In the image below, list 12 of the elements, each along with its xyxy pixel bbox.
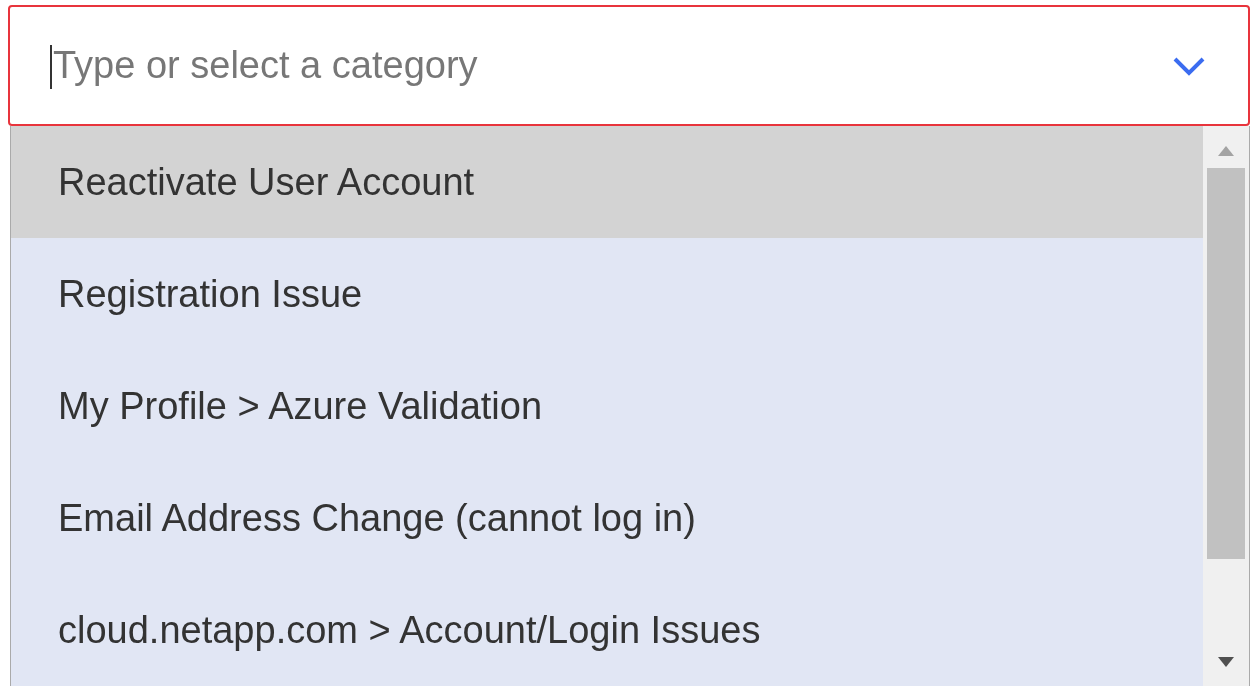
- text-cursor: [50, 45, 52, 89]
- dropdown-option[interactable]: Reactivate User Account: [11, 126, 1203, 238]
- scrollbar-thumb[interactable]: [1207, 168, 1245, 559]
- chevron-down-icon[interactable]: [1172, 55, 1206, 77]
- scroll-down-icon[interactable]: [1218, 657, 1234, 667]
- scroll-up-icon[interactable]: [1218, 146, 1234, 156]
- category-field[interactable]: Type or select a category: [8, 5, 1250, 126]
- dropdown-option[interactable]: Email Address Change (cannot log in): [11, 462, 1203, 574]
- scrollbar[interactable]: [1203, 126, 1249, 686]
- dropdown-option[interactable]: My Profile > Azure Validation: [11, 350, 1203, 462]
- dropdown-option[interactable]: cloud.netapp.com > Account/Login Issues: [11, 574, 1203, 686]
- dropdown-option[interactable]: Registration Issue: [11, 238, 1203, 350]
